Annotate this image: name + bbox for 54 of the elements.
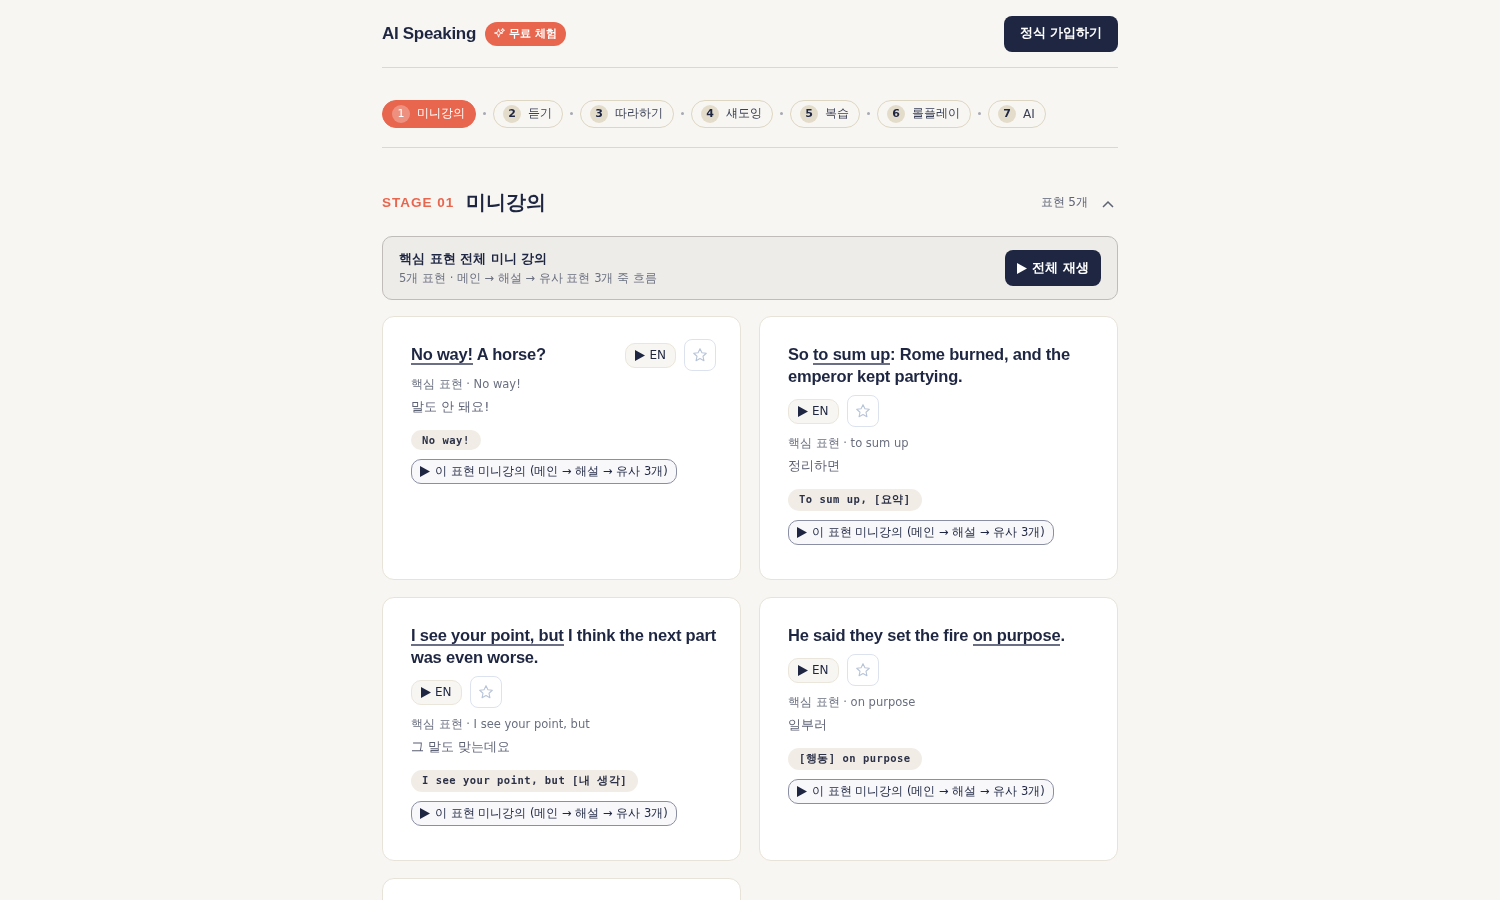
favorite-button[interactable] <box>469 676 502 708</box>
brand-name: AI Speaking <box>382 23 476 44</box>
play-icon <box>797 786 807 797</box>
stage-title: 미니강의 <box>466 188 548 216</box>
step-tab[interactable]: 2 듣기 <box>493 99 563 128</box>
pattern-chip: To sum up, [요약] <box>788 489 922 511</box>
favorite-button[interactable] <box>684 339 716 371</box>
play-icon <box>798 664 808 676</box>
favorite-button[interactable] <box>846 654 879 686</box>
banner-title: 핵심 표현 전체 미니 강의 <box>399 250 549 268</box>
expression-meaning: 정리하면 <box>788 457 841 475</box>
signup-button[interactable]: 정식 가입하기 <box>1003 15 1118 52</box>
play-icon <box>798 405 808 417</box>
example-sentence: No way! A horse? <box>411 344 547 365</box>
step-tab[interactable]: 5 복습 <box>790 99 860 128</box>
expression-label: 핵심 표현 · I see your point, but <box>411 717 591 732</box>
step-tab[interactable]: 4 섀도잉 <box>691 99 773 128</box>
mini-lecture-button[interactable]: 이 표현 미니강의 (메인 → 해설 → 유사 3개) <box>411 459 677 484</box>
mini-lecture-button[interactable]: 이 표현 미니강의 (메인 → 해설 → 유사 3개) <box>411 801 677 826</box>
step-tab[interactable]: 6 롤플레이 <box>877 99 971 128</box>
mini-lecture-button[interactable]: 이 표현 미니강의 (메인 → 해설 → 유사 3개) <box>788 520 1054 545</box>
sparkle-icon <box>494 28 505 39</box>
chevron-up-icon[interactable] <box>1102 199 1114 208</box>
play-icon <box>797 527 807 538</box>
pattern-chip: I see your point, but [내 생각] <box>411 770 639 792</box>
expression-meaning: 말도 안 돼요! <box>411 398 491 416</box>
pattern-chip: No way! <box>411 430 481 450</box>
banner-subtitle: 5개 표현 · 메인 → 해설 → 유사 표현 3개 죽 흐름 <box>399 271 657 286</box>
audio-button[interactable]: EN <box>625 342 676 368</box>
favorite-button[interactable] <box>846 395 879 427</box>
expression-label: 핵심 표현 · No way! <box>411 377 522 392</box>
audio-button[interactable]: EN <box>411 679 462 705</box>
play-icon <box>420 808 430 819</box>
play-all-button[interactable]: 전체 재생 <box>1005 250 1101 286</box>
audio-button[interactable]: EN <box>788 398 839 424</box>
expression-meaning: 그 말도 맞는데요 <box>411 738 512 756</box>
pattern-chip: [행동] on purpose <box>788 748 922 770</box>
stage-label: STAGE 01 <box>382 194 455 210</box>
expression-count: 표현 5개 <box>1040 193 1088 211</box>
expression-label: 핵심 표현 · to sum up <box>788 436 910 451</box>
expression-meaning: 일부러 <box>788 716 828 734</box>
mini-lecture-button[interactable]: 이 표현 미니강의 (메인 → 해설 → 유사 3개) <box>788 779 1054 804</box>
expression-label: 핵심 표현 · on purpose <box>788 695 917 710</box>
play-icon <box>421 686 431 698</box>
play-icon <box>635 349 646 361</box>
example-sentence: I see your point, but I think the next part was even worse. <box>411 625 716 668</box>
audio-button[interactable]: EN <box>788 657 839 683</box>
example-sentence: So to sum up: Rome burned, and the emperor kept partying. <box>788 344 1071 387</box>
play-icon <box>420 466 430 477</box>
step-tab[interactable]: 7 AI <box>988 99 1046 128</box>
play-icon <box>1017 262 1028 274</box>
step-tab[interactable]: 3 따라하기 <box>580 99 674 128</box>
trial-badge: 무료 체험 <box>485 21 566 46</box>
example-sentence: He said they set the fire on purpose. <box>788 625 1066 646</box>
